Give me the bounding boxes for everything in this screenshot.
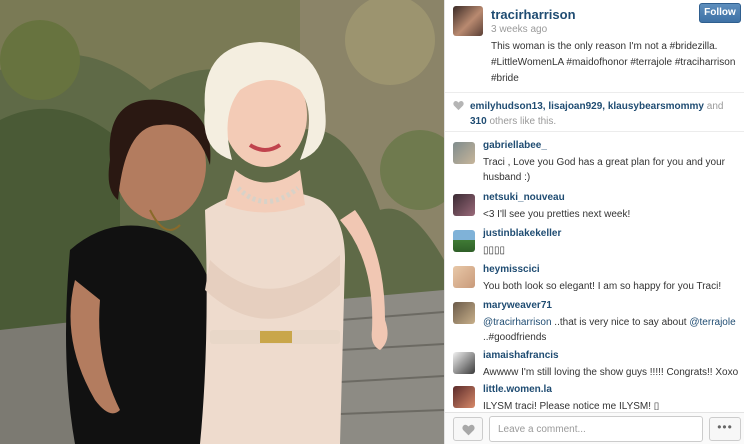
commenter-avatar[interactable]: [453, 352, 475, 374]
like-button[interactable]: [453, 417, 483, 441]
photo-illustration: [0, 0, 444, 444]
commenter-avatar[interactable]: [453, 386, 475, 408]
comment-username[interactable]: gabriellabee_: [483, 140, 547, 151]
likes-count[interactable]: 310: [470, 116, 487, 127]
likes-and: and: [706, 101, 724, 112]
comment-text: You both look so elegant! I am so happy …: [483, 281, 722, 292]
comment-text: Traci , Love you God has a great plan fo…: [483, 157, 725, 183]
post-side-panel: tracirharrison 3 weeks ago This woman is…: [444, 0, 744, 444]
more-options-button[interactable]: •••: [709, 417, 741, 441]
heart-icon: [462, 424, 475, 436]
owner-avatar[interactable]: [453, 6, 483, 36]
comment-username[interactable]: netsuki_nouveau: [483, 192, 565, 203]
more-options-icon: •••: [717, 420, 733, 434]
commenter-avatar[interactable]: [453, 302, 475, 324]
owner-username-link[interactable]: tracirharrison: [491, 7, 576, 22]
comment-text-part: ..#goodfriends: [483, 332, 547, 343]
commenter-avatar[interactable]: [453, 266, 475, 288]
likes-users-link[interactable]: emilyhudson13, lisajoan929, klausybearsm…: [470, 101, 704, 112]
comment-username[interactable]: maryweaver71: [483, 300, 552, 311]
comment-text-part: ..that is very nice to say about: [554, 317, 687, 328]
comment-mention[interactable]: @terrajole: [689, 317, 735, 328]
commenter-avatar[interactable]: [453, 194, 475, 216]
post-timestamp[interactable]: 3 weeks ago: [491, 24, 547, 35]
comment-username[interactable]: little.women.la: [483, 384, 552, 395]
post-caption: This woman is the only reason I'm not a …: [491, 41, 736, 84]
comment-text: <3 I'll see you pretties next week!: [483, 209, 631, 220]
comment-username[interactable]: iamaishafrancis: [483, 350, 559, 361]
likes-rest: others like this.: [489, 116, 557, 127]
heart-icon: [453, 101, 464, 111]
likes-section: emilyhudson13, lisajoan929, klausybearsm…: [445, 92, 744, 132]
comment-text: Awwww I'm still loving the show guys !!!…: [483, 367, 739, 378]
comment-username[interactable]: justinblakekeller: [483, 228, 561, 239]
comment-input[interactable]: [489, 416, 703, 442]
comment-mention[interactable]: @tracirharrison: [483, 317, 552, 328]
likes-summary: emilyhudson13, lisajoan929, klausybearsm…: [470, 99, 742, 129]
post-header: tracirharrison 3 weeks ago This woman is…: [445, 0, 744, 90]
post-photo[interactable]: [0, 0, 444, 444]
comment-footer: •••: [445, 412, 744, 444]
comment-text: @tracirharrison ..that is very nice to s…: [483, 315, 741, 345]
follow-button[interactable]: Follow: [699, 3, 741, 23]
commenter-avatar[interactable]: [453, 230, 475, 252]
comment-text: ▯▯▯▯: [483, 245, 506, 256]
comments-list[interactable]: gabriellabee_ Traci , Love you God has a…: [445, 138, 744, 410]
comment-username[interactable]: heymisscici: [483, 264, 540, 275]
comment-text: ILYSM traci! Please notice me ILYSM! ▯: [483, 401, 660, 410]
commenter-avatar[interactable]: [453, 142, 475, 164]
